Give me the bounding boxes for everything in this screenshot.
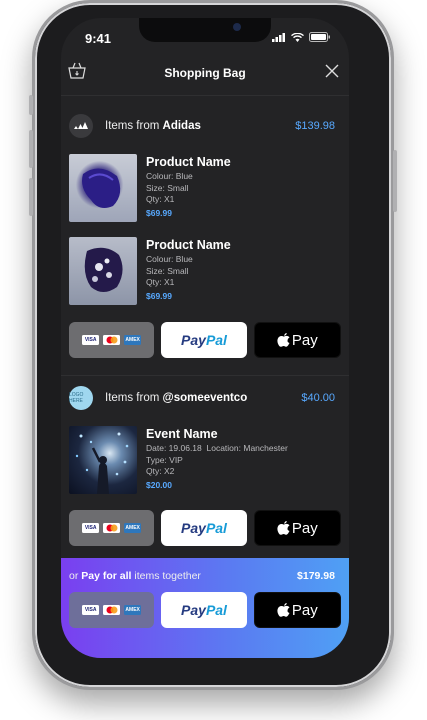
shop-name: Adidas: [162, 120, 201, 132]
product-image: [69, 237, 137, 305]
paypal-text-part2: Pal: [205, 602, 227, 618]
shop-label: Items from Adidas: [105, 120, 201, 132]
paypal-text-part1: Pay: [181, 332, 206, 348]
event-name: Event Name: [146, 427, 218, 441]
card-pay-button[interactable]: VISA AMEX: [69, 322, 155, 358]
card-pay-button[interactable]: VISA AMEX: [69, 510, 155, 546]
paypal-text-part1: Pay: [181, 602, 206, 618]
notch: [139, 18, 271, 42]
amex-icon: AMEX: [124, 605, 142, 615]
paypal-button[interactable]: PayPal: [161, 592, 247, 628]
event-type: Type: VIP: [146, 454, 183, 465]
event-price: $20.00: [146, 479, 172, 490]
event-qty: Qty: X2: [146, 466, 175, 476]
status-icons: [272, 32, 331, 42]
amex-icon: AMEX: [124, 335, 142, 345]
shop-header: LOGO HERE Items from @someeventco $40.00: [69, 386, 335, 412]
section-divider: [61, 375, 349, 376]
shop-total: $40.00: [301, 392, 335, 404]
mastercard-icon: [103, 335, 121, 345]
apple-pay-logo: Pay: [277, 332, 318, 349]
product-name: Product Name: [146, 155, 231, 169]
shop-label: Items from @someeventco: [105, 392, 247, 404]
visa-icon: VISA: [82, 605, 100, 615]
paypal-logo: PayPal: [181, 332, 227, 348]
payment-options: VISA AMEX PayPal Pay: [69, 510, 341, 546]
pay-all-label: or Pay for all items together: [69, 570, 201, 582]
event-info: Event Name Date: 19.06.18 Location: Manc…: [146, 427, 336, 490]
amex-icon: AMEX: [124, 523, 142, 533]
phone-volume-down: [29, 178, 33, 216]
payment-options: VISA AMEX PayPal Pay: [69, 592, 341, 628]
shop-total: $139.98: [295, 120, 335, 132]
product-size: Size: Small: [146, 182, 189, 193]
camera: [233, 23, 241, 31]
paypal-text-part2: Pal: [205, 332, 227, 348]
visa-icon: VISA: [82, 335, 100, 345]
product-image: [69, 154, 137, 222]
phone-volume-up: [29, 130, 33, 168]
product-size: Size: Small: [146, 265, 189, 276]
phone-power-button: [393, 150, 397, 212]
apple-pay-logo: Pay: [277, 520, 318, 537]
paypal-logo: PayPal: [181, 520, 227, 536]
product-colour: Colour: Blue: [146, 254, 193, 264]
apple-pay-label: Pay: [291, 331, 318, 349]
event-date-location: Date: 19.06.18 Location: Manchester: [146, 443, 336, 455]
wifi-icon: [291, 32, 304, 42]
product-colour: Colour: Blue: [146, 171, 193, 181]
paypal-logo: PayPal: [181, 602, 227, 618]
event-location: Location: Manchester: [206, 443, 288, 453]
mastercard-icon: [103, 605, 121, 615]
product-qty: Qty: X1: [146, 194, 175, 204]
pay-all-prefix: or: [69, 570, 79, 582]
close-icon[interactable]: [325, 62, 339, 83]
product-qty: Qty: X1: [146, 277, 175, 287]
paypal-button[interactable]: PayPal: [161, 510, 247, 546]
apple-pay-label: Pay: [291, 601, 318, 619]
apple-pay-logo: Pay: [277, 602, 318, 619]
apple-pay-button[interactable]: Pay: [253, 592, 341, 628]
product-name: Product Name: [146, 238, 231, 252]
product-price: $69.99: [146, 290, 172, 301]
visa-icon: VISA: [82, 523, 100, 533]
product-info: Product Name Colour: Blue Size: Small Qt…: [146, 238, 336, 301]
battery-icon: [309, 32, 330, 42]
shop-label-prefix: Items from: [105, 120, 160, 132]
event-image: [69, 426, 137, 494]
payment-options: VISA AMEX PayPal Pay: [69, 322, 341, 358]
pay-all-total: $179.98: [297, 570, 335, 582]
mastercard-icon: [103, 523, 121, 533]
apple-pay-label: Pay: [291, 519, 318, 537]
apple-icon: [277, 602, 290, 617]
page-title: Shopping Bag: [164, 66, 246, 80]
shop-label-prefix: Items from: [105, 392, 160, 404]
pay-all-bold: Pay for all: [81, 570, 132, 582]
product-price: $69.99: [146, 207, 172, 218]
pay-all-panel: or Pay for all items together $179.98 VI…: [61, 558, 349, 658]
event-logo: LOGO HERE: [69, 386, 93, 410]
pay-all-suffix: items together: [134, 570, 201, 582]
phone-side-button: [29, 95, 33, 115]
apple-pay-button[interactable]: Pay: [253, 322, 341, 358]
card-pay-button[interactable]: VISA AMEX: [69, 592, 155, 628]
apple-icon: [277, 520, 290, 535]
top-bar: Shopping Bag: [61, 58, 349, 96]
adidas-logo: [69, 114, 93, 138]
paypal-button[interactable]: PayPal: [161, 322, 247, 358]
event-date: Date: 19.06.18: [146, 443, 202, 453]
signal-icon: [272, 32, 285, 42]
product-info: Product Name Colour: Blue Size: Small Qt…: [146, 155, 336, 218]
status-time: 9:41: [85, 31, 112, 46]
screen: 9:41 Shopping Bag Items from Adidas $139…: [61, 18, 349, 658]
shop-name: @someeventco: [162, 392, 248, 404]
paypal-text-part2: Pal: [205, 520, 227, 536]
paypal-text-part1: Pay: [181, 520, 206, 536]
apple-icon: [277, 332, 290, 347]
apple-pay-button[interactable]: Pay: [253, 510, 341, 546]
shop-header: Items from Adidas $139.98: [69, 114, 335, 140]
